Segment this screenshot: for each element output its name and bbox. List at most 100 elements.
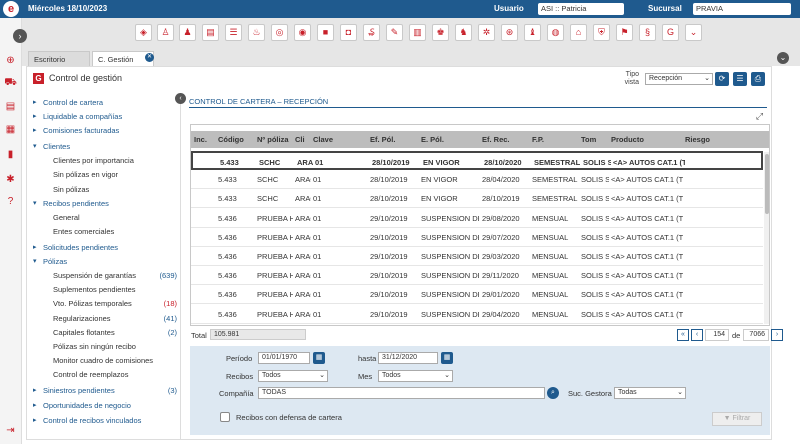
column-header[interactable]: Ef. Pól. — [370, 135, 395, 144]
menu-expand-button[interactable]: › — [13, 29, 27, 43]
column-header[interactable]: Clave — [313, 135, 333, 144]
close-tab-icon[interactable]: ✕ — [145, 53, 154, 62]
column-header[interactable]: Inc. — [194, 135, 207, 144]
table-cell: SUSPENSION DE G — [421, 232, 479, 242]
column-header[interactable]: E. Pól. — [421, 135, 444, 144]
suc-gestora-label: Suc. Gestora — [568, 389, 612, 398]
table-row[interactable]: 5.436PRUEBA HSPARAC0129/10/2019SUSPENSIO… — [191, 323, 763, 325]
table-row[interactable]: 5.436PRUEBA HSPARAC0129/10/2019SUSPENSIO… — [191, 227, 763, 247]
tab-escritorio[interactable]: Escritorio — [28, 51, 90, 66]
table-row[interactable]: 5.436PRUEBA HSPARAC0129/10/2019SUSPENSIO… — [191, 247, 763, 266]
search-icon[interactable]: ⌕ — [547, 387, 559, 399]
periodo-from-input[interactable]: 01/01/1970 — [258, 352, 310, 364]
prev-page-button[interactable]: ‹ — [691, 329, 703, 341]
table-row[interactable]: 5.436PRUEBA HSPARAC0129/10/2019SUSPENSIO… — [191, 266, 763, 286]
expand-icon[interactable]: ⤢ — [754, 111, 765, 122]
chevron-right-icon: ▸ — [33, 402, 37, 410]
calendar-icon[interactable]: ▦ — [4, 123, 17, 136]
network-icon[interactable]: ✲ — [478, 24, 495, 41]
first-page-button[interactable]: « — [677, 329, 689, 341]
mes-select[interactable]: Todos ⌄ — [378, 370, 453, 382]
table-cell: SOLIS S — [581, 213, 609, 223]
file-edit-icon[interactable]: ✎ — [386, 24, 403, 41]
table-cell: 01 — [313, 271, 322, 281]
mes-value: Todos — [382, 372, 401, 379]
scrollbar-thumb[interactable] — [765, 154, 769, 214]
chevron-down-icon[interactable]: ⌄ — [685, 24, 702, 41]
page-of-label: de — [732, 331, 741, 340]
nav-item-label: Control de recibos vinculados — [43, 415, 142, 425]
app-logo[interactable]: e — [3, 1, 19, 17]
target-icon[interactable]: ◎ — [271, 24, 288, 41]
cart-icon[interactable]: ⛟ — [4, 76, 17, 89]
nav-item-label: Clientes — [43, 141, 71, 151]
documents-icon[interactable]: ▤ — [4, 100, 17, 113]
column-header[interactable]: Tom — [581, 135, 596, 144]
table-row[interactable]: 5.436PRUEBA HSPARAC0129/10/2019SUSPENSIO… — [191, 285, 763, 305]
bag-icon[interactable]: ◘ — [340, 24, 357, 41]
refresh-icon[interactable]: ⟳ — [715, 72, 729, 86]
print-icon[interactable]: ⎙ — [751, 72, 765, 86]
column-header[interactable]: Producto — [611, 135, 644, 144]
swirl-icon[interactable]: § — [639, 24, 656, 41]
coins-icon[interactable]: ◉ — [294, 24, 311, 41]
column-header[interactable]: Código — [218, 135, 244, 144]
table-cell: 29/01/2020 — [482, 290, 520, 300]
table-row[interactable]: 5.433 SCHC ARAC01 28/10/2019 EN VIGOR 28/04/2… — [191, 170, 763, 190]
money-icon[interactable]: ₷ — [363, 24, 380, 41]
nav-item-count: (18) — [163, 299, 177, 309]
chart-icon[interactable]: ▮ — [4, 148, 17, 161]
column-header[interactable]: Cli — [295, 135, 305, 144]
user-icon[interactable]: ♚ — [432, 24, 449, 41]
table-row[interactable]: 5.436PRUEBA HSPARAC0129/10/2019SUSPENSIO… — [191, 208, 763, 228]
column-header[interactable]: F.P. — [532, 135, 544, 144]
add-icon[interactable]: ⊕ — [4, 54, 17, 67]
users-money-icon[interactable]: ♝ — [524, 24, 541, 41]
user-add-icon[interactable]: ♙ — [157, 24, 174, 41]
list-view-icon[interactable]: ☰ — [733, 72, 747, 86]
column-header[interactable]: Ef. Rec. — [482, 135, 510, 144]
home-icon[interactable]: ⌂ — [570, 24, 587, 41]
globe-icon[interactable]: ⊛ — [501, 24, 518, 41]
flag-icon[interactable]: ⚑ — [616, 24, 633, 41]
nav-item-label: Oportunidades de negocio — [43, 401, 131, 411]
calendar-icon[interactable]: ▦ — [313, 352, 325, 364]
fire-icon[interactable]: ♨ — [248, 24, 265, 41]
filtrar-button[interactable]: ▼ Filtrar — [712, 412, 762, 426]
settings-icon[interactable]: ✱ — [4, 173, 17, 186]
briefcase-icon[interactable]: ■ — [317, 24, 334, 41]
grid-scrollbar[interactable] — [764, 152, 769, 324]
table-row[interactable]: 5.433 SCHC ARAC01 28/10/2019 EN VIGOR 28/10/2… — [191, 151, 763, 170]
next-page-button[interactable]: › — [771, 329, 783, 341]
nav-item-count: (2) — [167, 327, 177, 337]
shield-icon[interactable]: ⛨ — [593, 24, 610, 41]
column-header[interactable]: Nº póliza — [257, 135, 289, 144]
help-icon[interactable]: ? — [4, 195, 17, 208]
group-icon[interactable]: ♞ — [455, 24, 472, 41]
logout-icon[interactable]: ⇥ — [4, 424, 17, 437]
nav-item-label: Suspensión de garantías — [53, 271, 136, 280]
table-row[interactable]: 5.433 SCHC ARAC01 28/10/2019 EN VIGOR 28/10/2… — [191, 189, 763, 209]
defensa-cartera-checkbox[interactable] — [220, 412, 230, 422]
g-logo-icon[interactable]: G — [662, 24, 679, 41]
coin-stack-icon[interactable]: ◍ — [547, 24, 564, 41]
column-header[interactable]: Riesgo — [685, 135, 710, 144]
table-row[interactable]: 5.436PRUEBA HSPARAC0129/10/2019SUSPENSIO… — [191, 304, 763, 324]
sucursal-field[interactable]: PRAVIA — [693, 3, 791, 15]
chevron-right-icon: ▸ — [33, 416, 37, 424]
list-icon[interactable]: ☰ — [225, 24, 242, 41]
usuario-field[interactable]: ASI :: Patricia — [538, 3, 624, 15]
user-list-icon[interactable]: ♟ — [179, 24, 196, 41]
suc-gestora-select[interactable]: Todas ⌄ — [614, 387, 686, 399]
compania-input[interactable]: TODAS — [258, 387, 545, 399]
tipo-vista-select[interactable]: Recepción ⌄ — [645, 73, 713, 85]
periodo-to-input[interactable]: 31/12/2020 — [378, 352, 438, 364]
chevron-down-icon[interactable]: ⌄ — [777, 52, 789, 64]
document-icon[interactable]: ▤ — [202, 24, 219, 41]
nav-item-label: Monitor cuadro de comisiones — [53, 356, 154, 366]
building-icon[interactable]: ▥ — [409, 24, 426, 41]
cube-icon[interactable]: ◈ — [135, 24, 152, 41]
calendar-icon[interactable]: ▦ — [441, 352, 453, 364]
recibos-select[interactable]: Todos ⌄ — [258, 370, 328, 382]
current-page-input[interactable]: 154 — [705, 329, 729, 341]
